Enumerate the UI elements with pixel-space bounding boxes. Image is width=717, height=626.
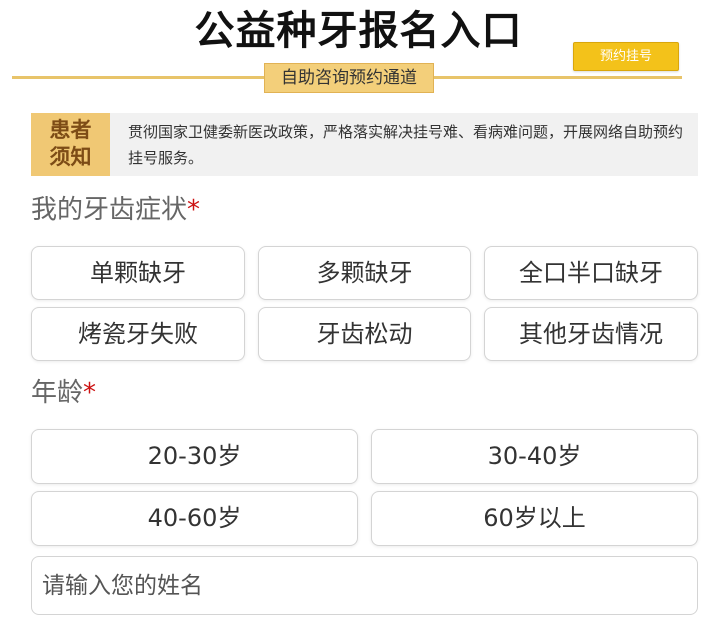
symptom-option-loose-teeth[interactable]: 牙齿松动 <box>258 307 471 361</box>
symptom-option-multiple-teeth[interactable]: 多颗缺牙 <box>258 246 471 300</box>
age-option-60-plus[interactable]: 60岁以上 <box>371 491 698 546</box>
required-mark: * <box>187 195 201 225</box>
symptom-option-full-half-mouth[interactable]: 全口半口缺牙 <box>484 246 698 300</box>
symptoms-title: 我的牙齿症状 <box>31 195 188 225</box>
notice-panel: 患者 须知 贯彻国家卫健委新医改政策，严格落实解决挂号难、看病难问题，开展网络自… <box>31 113 698 176</box>
name-input[interactable] <box>31 556 698 615</box>
symptom-option-porcelain-failure[interactable]: 烤瓷牙失败 <box>31 307 245 361</box>
symptom-option-other[interactable]: 其他牙齿情况 <box>484 307 698 361</box>
subtitle-banner: 自助咨询预约通道 <box>264 63 434 93</box>
symptom-option-single-tooth[interactable]: 单颗缺牙 <box>31 246 245 300</box>
register-button[interactable]: 预约挂号 <box>573 42 679 71</box>
notice-label: 患者 须知 <box>31 113 110 176</box>
notice-label-line2: 须知 <box>49 145 92 169</box>
age-title: 年龄 <box>31 378 84 408</box>
required-mark: * <box>83 378 97 408</box>
notice-label-line1: 患者 <box>49 118 92 142</box>
notice-text: 贯彻国家卫健委新医改政策，严格落实解决挂号难、看病难问题，开展网络自助预约挂号服… <box>128 123 684 167</box>
age-option-30-40[interactable]: 30-40岁 <box>371 429 698 484</box>
age-option-20-30[interactable]: 20-30岁 <box>31 429 358 484</box>
age-heading: 年龄* <box>31 377 96 409</box>
age-option-40-60[interactable]: 40-60岁 <box>31 491 358 546</box>
symptoms-heading: 我的牙齿症状* <box>31 194 200 226</box>
